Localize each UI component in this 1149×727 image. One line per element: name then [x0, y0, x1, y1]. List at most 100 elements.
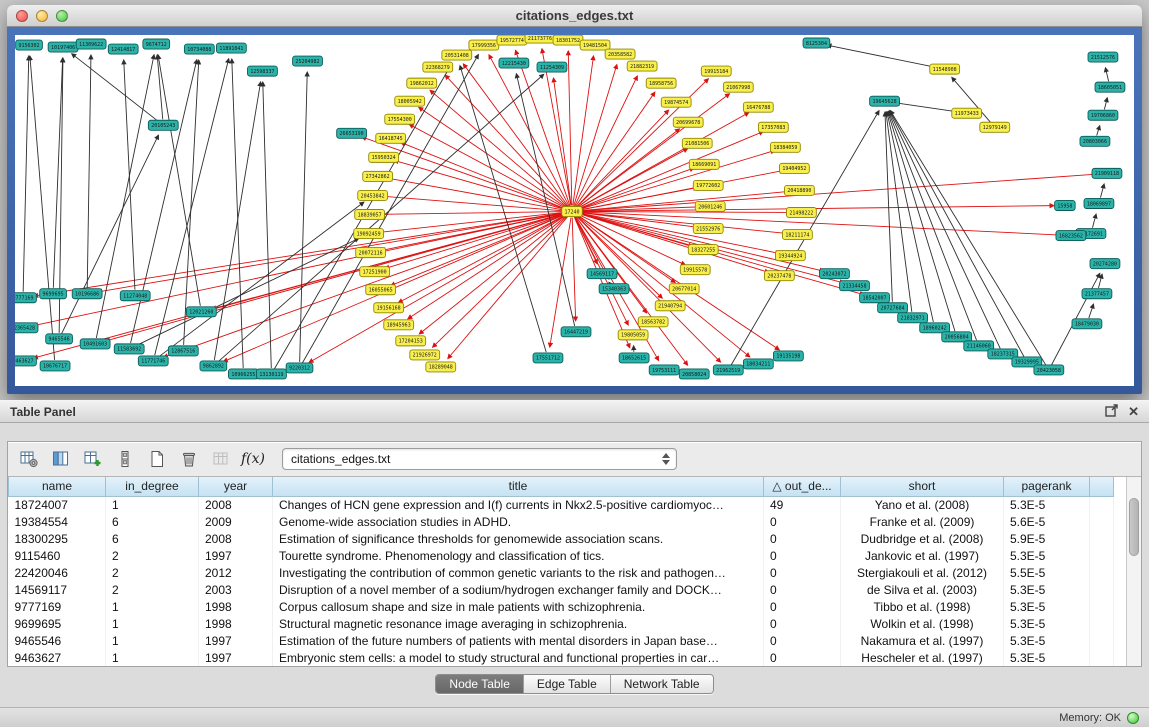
table-cell[interactable]: de Silva et al. (2003): [841, 581, 1004, 598]
graph-edge[interactable]: [1098, 274, 1102, 288]
table-cell[interactable]: 1997: [199, 649, 273, 666]
window-titlebar[interactable]: citations_edges.txt: [7, 5, 1142, 27]
table-cell[interactable]: 0: [764, 581, 841, 598]
graph-edge[interactable]: [888, 112, 955, 331]
table-cell[interactable]: 5.3E-5: [1004, 615, 1090, 632]
table-mode-button[interactable]: [16, 446, 42, 472]
function-builder-button[interactable]: f(x): [240, 446, 266, 472]
table-cell[interactable]: 9115460: [9, 547, 106, 564]
table-cell[interactable]: 18724007: [9, 496, 106, 513]
table-row[interactable]: 1456911722003Disruption of a novel membe…: [9, 581, 1114, 598]
table-cell[interactable]: 5.3E-5: [1004, 598, 1090, 615]
graph-edge[interactable]: [309, 214, 567, 362]
graph-edge[interactable]: [158, 202, 364, 357]
table-cell[interactable]: [1090, 632, 1114, 649]
graph-edge[interactable]: [445, 75, 568, 207]
graph-edge[interactable]: [232, 59, 243, 368]
table-cell[interactable]: Genome-wide association studies in ADHD.: [273, 513, 764, 530]
table-cell[interactable]: 5.3E-5: [1004, 496, 1090, 513]
table-cell[interactable]: [1090, 513, 1114, 530]
graph-edge[interactable]: [553, 78, 571, 206]
graph-edge[interactable]: [184, 60, 199, 345]
column-header-pagerank[interactable]: pagerank: [1004, 477, 1090, 496]
graph-edge[interactable]: [419, 107, 567, 208]
graph-edge[interactable]: [302, 55, 478, 363]
table-cell[interactable]: Yano et al. (2008): [841, 496, 1004, 513]
table-selector-dropdown[interactable]: citations_edges.txt: [282, 448, 677, 470]
table-cell[interactable]: 49: [764, 496, 841, 513]
table-cell[interactable]: 0: [764, 513, 841, 530]
graph-edge[interactable]: [575, 92, 654, 206]
graph-edge[interactable]: [23, 56, 29, 292]
graph-edge[interactable]: [827, 45, 939, 68]
table-row[interactable]: 1830029562008Estimation of significance …: [9, 530, 1114, 547]
table-cell[interactable]: [1090, 649, 1114, 666]
table-cell[interactable]: 1: [106, 649, 199, 666]
delete-column-button[interactable]: [112, 446, 138, 472]
table-cell[interactable]: 2: [106, 581, 199, 598]
table-cell[interactable]: 5.3E-5: [1004, 632, 1090, 649]
table-cell[interactable]: [1090, 581, 1114, 598]
show-columns-button[interactable]: [48, 446, 74, 472]
table-cell[interactable]: Dudbridge et al. (2008): [841, 530, 1004, 547]
graph-edge[interactable]: [1097, 126, 1100, 136]
table-row[interactable]: 1938455462009Genome-wide association stu…: [9, 513, 1114, 530]
float-panel-icon[interactable]: [1105, 404, 1118, 420]
graph-edge[interactable]: [381, 212, 566, 215]
table-cell[interactable]: 5.3E-5: [1004, 581, 1090, 598]
table-row[interactable]: 1872400712008Changes of HCN gene express…: [9, 496, 1114, 513]
table-cell[interactable]: Wolkin et al. (1998): [841, 615, 1004, 632]
table-cell[interactable]: 1: [106, 632, 199, 649]
table-cell[interactable]: 2003: [199, 581, 273, 598]
table-cell[interactable]: Nakamura et al. (1997): [841, 632, 1004, 649]
tab-edge-table[interactable]: Edge Table: [523, 675, 610, 693]
table-cell[interactable]: Tourette syndrome. Phenomenology and cla…: [273, 547, 764, 564]
graph-edge[interactable]: [1092, 214, 1096, 228]
close-panel-icon[interactable]: ✕: [1128, 405, 1139, 419]
table-cell[interactable]: 1997: [199, 632, 273, 649]
table-cell[interactable]: 0: [764, 598, 841, 615]
table-cell[interactable]: Investigating the contribution of common…: [273, 564, 764, 581]
table-cell[interactable]: 2: [106, 547, 199, 564]
graph-edge[interactable]: [1089, 304, 1094, 318]
table-cell[interactable]: 5.3E-5: [1004, 649, 1090, 666]
table-cell[interactable]: 2008: [199, 496, 273, 513]
table-cell[interactable]: Corpus callosum shape and size in male p…: [273, 598, 764, 615]
table-row[interactable]: 977716911998Corpus callosum shape and si…: [9, 598, 1114, 615]
table-cell[interactable]: 0: [764, 615, 841, 632]
graph-edge[interactable]: [578, 212, 790, 213]
table-cell[interactable]: [1090, 547, 1114, 564]
graph-edge[interactable]: [1104, 98, 1107, 110]
graph-edge[interactable]: [263, 82, 272, 368]
graph-edge[interactable]: [578, 191, 788, 210]
table-cell[interactable]: Franke et al. (2009): [841, 513, 1004, 530]
graph-edge[interactable]: [573, 56, 594, 206]
graph-edge[interactable]: [568, 51, 572, 205]
table-cell[interactable]: Embryonic stem cells: a model to study s…: [273, 649, 764, 666]
table-cell[interactable]: 18300295: [9, 530, 106, 547]
graph-edge[interactable]: [895, 103, 960, 113]
graph-edge[interactable]: [384, 196, 566, 211]
table-cell[interactable]: 0: [764, 530, 841, 547]
graph-edge[interactable]: [578, 212, 1060, 235]
new-row-button[interactable]: [144, 446, 170, 472]
table-cell[interactable]: 2012: [199, 564, 273, 581]
table-cell[interactable]: Tibbo et al. (1998): [841, 598, 1004, 615]
table-cell[interactable]: 0: [764, 632, 841, 649]
table-cell[interactable]: Changes of HCN gene expression and I(f) …: [273, 496, 764, 513]
table-cell[interactable]: Hescheler et al. (1997): [841, 649, 1004, 666]
graph-edge[interactable]: [885, 112, 892, 302]
table-cell[interactable]: 0: [764, 564, 841, 581]
graph-edge[interactable]: [886, 112, 912, 312]
graph-edge[interactable]: [98, 213, 566, 292]
table-cell[interactable]: 5.3E-5: [1004, 547, 1090, 564]
graph-edge[interactable]: [576, 110, 668, 207]
graph-edge[interactable]: [516, 50, 570, 205]
graph-edge[interactable]: [1100, 184, 1104, 198]
graph-edge[interactable]: [87, 55, 91, 288]
table-cell[interactable]: 2009: [199, 513, 273, 530]
graph-edge[interactable]: [890, 111, 1045, 365]
table-cell[interactable]: 1998: [199, 615, 273, 632]
table-cell[interactable]: 0: [764, 649, 841, 666]
tab-network-table[interactable]: Network Table: [610, 675, 713, 693]
